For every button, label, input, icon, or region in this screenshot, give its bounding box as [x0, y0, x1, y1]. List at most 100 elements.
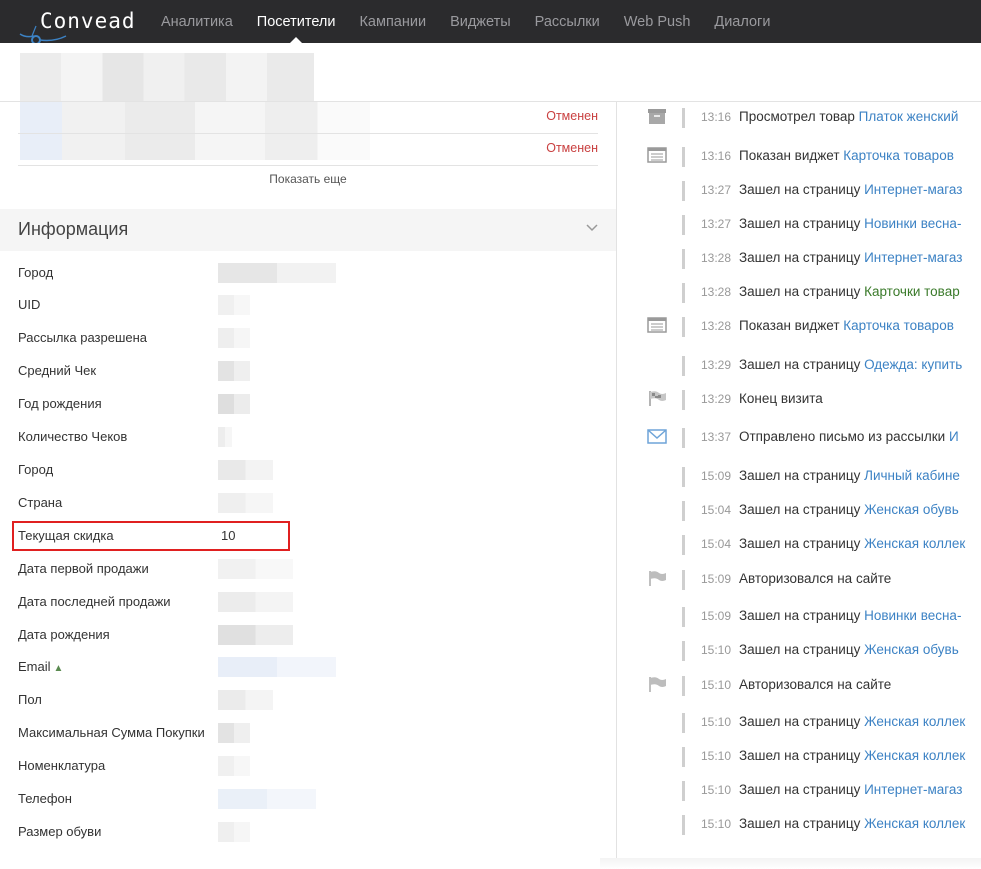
blurred-visitor-name	[20, 53, 314, 101]
blurred-value	[218, 592, 293, 612]
timeline-event: 15:10 Зашел на страницу Интернет-магаз	[617, 775, 981, 809]
timeline-marker	[682, 570, 685, 590]
event-time: 15:09	[701, 469, 732, 483]
event-text: Зашел на страницу Женская коллек	[739, 714, 966, 729]
info-label: Размер обуви	[18, 824, 102, 839]
event-text: Зашел на страницу Женская коллек	[739, 748, 966, 763]
timeline-event: 15:04 Зашел на страницу Женская обувь	[617, 495, 981, 529]
info-row: Размер обуви	[18, 816, 598, 849]
event-link[interactable]: Женская обувь	[864, 642, 959, 657]
event-time: 13:29	[701, 392, 732, 406]
timeline-marker	[682, 428, 685, 448]
event-time: 15:10	[701, 678, 732, 692]
event-link[interactable]: Карточка товаров	[843, 148, 954, 163]
timeline-marker	[682, 249, 685, 269]
main-nav: Аналитика Посетители Кампании Виджеты Ра…	[149, 0, 782, 44]
chevron-down-icon[interactable]	[586, 224, 598, 232]
convead-logo[interactable]: Convead	[14, 6, 144, 48]
visitor-header	[0, 43, 981, 102]
event-link[interactable]: Женская коллек	[864, 816, 965, 831]
event-text: Зашел на страницу Личный кабине	[739, 468, 960, 483]
box-icon	[647, 107, 667, 125]
blurred-value	[218, 493, 273, 513]
info-row: Страна	[18, 487, 598, 520]
event-link[interactable]: Женская коллек	[864, 536, 965, 551]
event-time: 15:10	[701, 643, 732, 657]
blurred-value	[218, 427, 232, 447]
info-row: Рассылка разрешена	[18, 322, 598, 355]
timeline-event: 15:10 Авторизовался на сайте	[617, 670, 981, 704]
blurred-value	[218, 789, 316, 809]
event-text: Зашел на страницу Карточки товар	[739, 284, 960, 299]
logo-text: Convead	[40, 9, 136, 33]
event-time: 13:27	[701, 217, 732, 231]
nav-item-mailings[interactable]: Рассылки	[523, 0, 612, 43]
widget-icon	[647, 146, 667, 164]
timeline-marker	[682, 607, 685, 627]
activity-timeline: 13:16 Просмотрел товар Платок женский 13:1…	[617, 102, 981, 869]
event-text: Зашел на страницу Женская обувь	[739, 502, 959, 517]
timeline-marker	[682, 747, 685, 767]
event-time: 13:16	[701, 110, 732, 124]
order-row[interactable]: Отменен	[18, 102, 598, 134]
event-link[interactable]: Карточка товаров	[843, 318, 954, 333]
event-text: Отправлено письмо из рассылки И	[739, 429, 959, 444]
event-link[interactable]: Интернет-магаз	[864, 250, 962, 265]
event-link[interactable]: Женская коллек	[864, 714, 965, 729]
order-row[interactable]: Отменен	[18, 134, 598, 166]
timeline-event: 13:27 Зашел на страницу Новинки весна-	[617, 209, 981, 243]
info-row: Дата первой продажи	[18, 553, 598, 586]
nav-item-web-push[interactable]: Web Push	[612, 0, 703, 43]
bottom-shadow	[600, 858, 981, 869]
timeline-marker	[682, 317, 685, 337]
event-time: 15:10	[701, 817, 732, 831]
info-label: Максимальная Сумма Покупки	[18, 725, 205, 740]
nav-item-analytics[interactable]: Аналитика	[149, 0, 245, 43]
event-time: 13:27	[701, 183, 732, 197]
event-time: 13:29	[701, 358, 732, 372]
event-link[interactable]: И	[949, 429, 959, 444]
event-text: Зашел на страницу Одежда: купить	[739, 357, 963, 372]
timeline-event: 13:16 Просмотрел товар Платок женский	[617, 102, 981, 136]
info-label: Рассылка разрешена	[18, 330, 148, 345]
show-more-link[interactable]: Показать еще	[0, 172, 616, 186]
event-link[interactable]: Карточки товар	[864, 284, 960, 299]
event-time: 15:09	[701, 609, 732, 623]
event-link[interactable]: Одежда: купить	[864, 357, 962, 372]
info-label: Количество Чеков	[18, 429, 128, 444]
timeline-event: 13:16 Показан виджет Карточка товаров	[617, 141, 981, 175]
event-link[interactable]: Интернет-магаз	[864, 782, 962, 797]
event-link[interactable]: Личный кабине	[864, 468, 960, 483]
event-time: 15:10	[701, 715, 732, 729]
timeline-event: 13:28 Зашел на страницу Карточки товар	[617, 277, 981, 311]
event-time: 15:04	[701, 537, 732, 551]
nav-item-campaigns[interactable]: Кампании	[347, 0, 438, 43]
event-link[interactable]: Женская коллек	[864, 748, 965, 763]
event-text: Авторизовался на сайте	[739, 677, 892, 692]
event-time: 15:09	[701, 572, 732, 586]
timeline-event: 15:10 Зашел на страницу Женская коллек	[617, 809, 981, 843]
event-text: Зашел на страницу Женская коллек	[739, 536, 966, 551]
blurred-value	[218, 822, 250, 842]
info-row: Город	[18, 454, 598, 487]
nav-item-dialogs[interactable]: Диалоги	[702, 0, 782, 43]
event-link[interactable]: Интернет-магаз	[864, 182, 962, 197]
timeline-marker	[682, 501, 685, 521]
event-link[interactable]: Платок женский	[859, 109, 959, 124]
event-time: 15:10	[701, 749, 732, 763]
blurred-value	[218, 460, 273, 480]
timeline-marker	[682, 356, 685, 376]
nav-item-widgets[interactable]: Виджеты	[438, 0, 523, 43]
info-label: Страна	[18, 495, 63, 510]
event-time: 15:10	[701, 783, 732, 797]
info-row: Средний Чек	[18, 355, 598, 388]
info-section-header[interactable]: Информация	[0, 209, 616, 251]
nav-item-visitors[interactable]: Посетители	[245, 0, 348, 44]
order-status-badge: Отменен	[546, 109, 598, 123]
event-link[interactable]: Женская обувь	[864, 502, 959, 517]
event-text: Авторизовался на сайте	[739, 571, 892, 586]
order-status-badge: Отменен	[546, 141, 598, 155]
event-link[interactable]: Новинки весна-	[864, 608, 961, 623]
timeline-marker	[682, 283, 685, 303]
event-link[interactable]: Новинки весна-	[864, 216, 961, 231]
